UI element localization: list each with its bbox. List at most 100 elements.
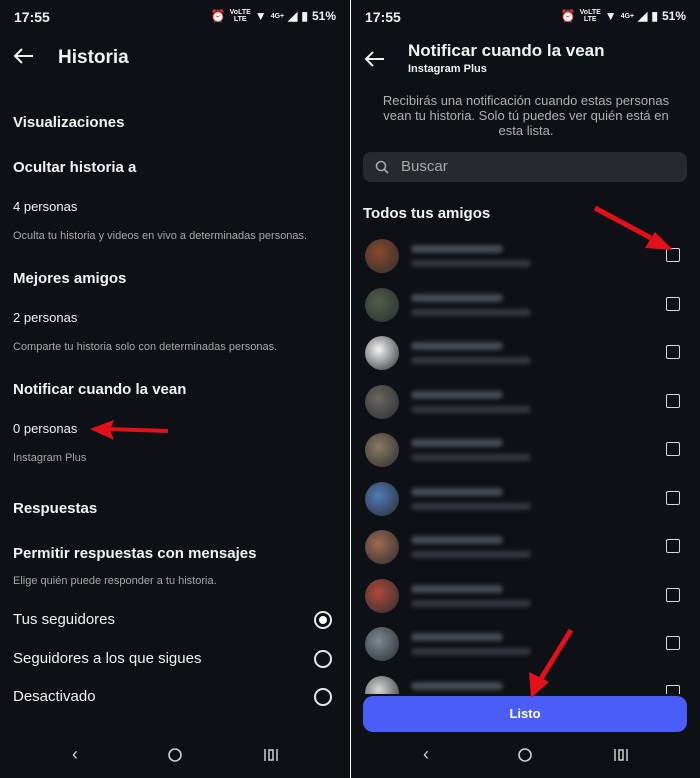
info-text: Recibirás una notificación cuando estas …: [382, 93, 670, 138]
search-input[interactable]: Buscar: [363, 152, 687, 182]
option-followers[interactable]: Tus seguidores: [0, 604, 350, 634]
blurred-username: [411, 390, 503, 399]
blurred-fullname: [411, 648, 531, 655]
nav-back-icon[interactable]: ‹: [72, 744, 78, 765]
blurred-username: [411, 439, 503, 447]
status-bar: 17:55 ⏰ VoLTE LTE ▼ 4G+ ◢ ▮ 51%: [351, 0, 700, 34]
close-friends-desc: Comparte tu historia solo con determinad…: [13, 341, 278, 353]
blurred-fullname: [411, 454, 531, 461]
signal-icon: ◢: [288, 9, 298, 23]
option-off[interactable]: Desactivado: [0, 681, 350, 711]
search-placeholder: Buscar: [401, 158, 448, 175]
avatar: [365, 433, 399, 467]
wifi-icon: ▼: [604, 9, 617, 23]
checkbox-icon[interactable]: [666, 393, 680, 408]
volte-icon: VoLTE LTE: [229, 9, 251, 23]
checkbox-icon[interactable]: [666, 296, 680, 311]
page-subtitle: Instagram Plus: [408, 63, 487, 75]
blurred-username: [411, 293, 503, 302]
avatar: [365, 481, 399, 516]
battery-icon: ▮: [651, 9, 658, 23]
friend-row[interactable]: [363, 480, 688, 520]
friend-row[interactable]: [363, 528, 688, 568]
battery-icon: ▮: [301, 9, 308, 23]
blurred-fullname: [411, 551, 531, 558]
hide-story-count: 4 personas: [13, 199, 78, 214]
blurred-fullname: [411, 308, 531, 316]
checkbox-icon[interactable]: [666, 636, 680, 650]
radio-icon[interactable]: [314, 650, 332, 668]
blurred-username: [411, 681, 503, 690]
status-bar: 17:55 ⏰ VoLTE LTE ▼ 4G+ ◢ ▮ 51%: [0, 0, 350, 34]
blurred-username: [411, 536, 503, 544]
option-label: Seguidores a los que sigues: [13, 650, 202, 667]
blurred-fullname: [411, 599, 531, 607]
android-nav-bar: ‹: [0, 722, 350, 778]
status-icons: ⏰ VoLTE LTE ▼ 4G+ ◢ ▮ 51%: [211, 9, 336, 23]
avatar: [365, 578, 399, 613]
notify-heading: Notificar cuando la vean: [13, 381, 187, 398]
nav-recents-icon[interactable]: [613, 748, 629, 762]
checkbox-icon[interactable]: [666, 587, 680, 602]
arrow-left-icon: [13, 48, 33, 64]
clock: 17:55: [14, 9, 50, 25]
option-label: Tus seguidores: [13, 611, 115, 628]
checkbox-icon[interactable]: [666, 539, 680, 553]
notify-list-screen: 17:55 ⏰ VoLTE LTE ▼ 4G+ ◢ ▮ 51% Notificar…: [351, 0, 700, 778]
avatar: [365, 239, 399, 273]
blurred-fullname: [411, 260, 531, 267]
battery-percent: 51%: [661, 9, 686, 23]
back-button[interactable]: [363, 49, 385, 74]
arrow-left-icon: [364, 51, 384, 67]
avatar: [365, 384, 399, 419]
signal-label: 4G+: [270, 12, 285, 20]
avatar: [365, 530, 399, 564]
allow-replies-heading: Permitir respuestas con mensajes: [13, 545, 257, 562]
checkbox-icon[interactable]: [666, 684, 680, 694]
page-title: Notificar cuando la vean: [408, 41, 605, 60]
red-arrow-annotation: [593, 205, 673, 250]
friend-row[interactable]: [363, 431, 688, 471]
close-friends-row[interactable]: Mejores amigos 2 personas Comparte tu hi…: [0, 262, 350, 358]
nav-home-icon[interactable]: [518, 748, 532, 762]
blurred-fullname: [411, 405, 531, 413]
back-button[interactable]: [12, 46, 34, 71]
hide-story-row[interactable]: Ocultar historia a 4 personas Oculta tu …: [0, 152, 350, 248]
views-heading[interactable]: Visualizaciones: [13, 114, 124, 131]
replies-heading: Respuestas: [13, 500, 98, 517]
red-arrow-annotation: [529, 628, 574, 698]
friend-row[interactable]: [363, 383, 688, 423]
android-nav-bar: ‹: [351, 722, 700, 778]
close-friends-heading: Mejores amigos: [13, 270, 127, 287]
blurred-username: [411, 487, 503, 496]
checkbox-icon[interactable]: [666, 442, 680, 456]
blurred-username: [411, 633, 503, 641]
friend-row[interactable]: [363, 286, 688, 326]
story-settings-screen: 17:55 ⏰ VoLTE LTE ▼ 4G+ ◢ ▮ 51% Historia …: [0, 0, 350, 778]
close-friends-count: 2 personas: [13, 310, 78, 325]
blurred-username: [411, 584, 503, 593]
search-icon: [375, 160, 389, 174]
hide-story-heading: Ocultar historia a: [13, 159, 137, 176]
alarm-icon: ⏰: [210, 9, 226, 23]
notify-row[interactable]: Notificar cuando la vean 0 personas Inst…: [0, 374, 350, 470]
friend-row[interactable]: [363, 577, 688, 617]
checkbox-icon[interactable]: [666, 490, 680, 505]
clock: 17:55: [365, 9, 401, 25]
signal-icon: ◢: [638, 9, 648, 23]
radio-selected-icon[interactable]: [314, 611, 332, 629]
red-arrow-annotation: [90, 420, 169, 440]
nav-recents-icon[interactable]: [263, 748, 279, 762]
option-followers-you-follow[interactable]: Seguidores a los que sigues: [0, 643, 350, 673]
status-icons: ⏰ VoLTE LTE ▼ 4G+ ◢ ▮ 51%: [561, 9, 686, 23]
alarm-icon: ⏰: [560, 9, 576, 23]
radio-icon[interactable]: [314, 688, 332, 706]
friend-row[interactable]: [363, 334, 688, 374]
list-heading: Todos tus amigos: [363, 205, 491, 222]
nav-back-icon[interactable]: ‹: [423, 744, 429, 765]
notify-count: 0 personas: [13, 421, 78, 436]
blurred-username: [411, 342, 503, 350]
checkbox-icon[interactable]: [666, 345, 680, 359]
signal-label: 4G+: [620, 12, 635, 20]
nav-home-icon[interactable]: [168, 748, 182, 762]
